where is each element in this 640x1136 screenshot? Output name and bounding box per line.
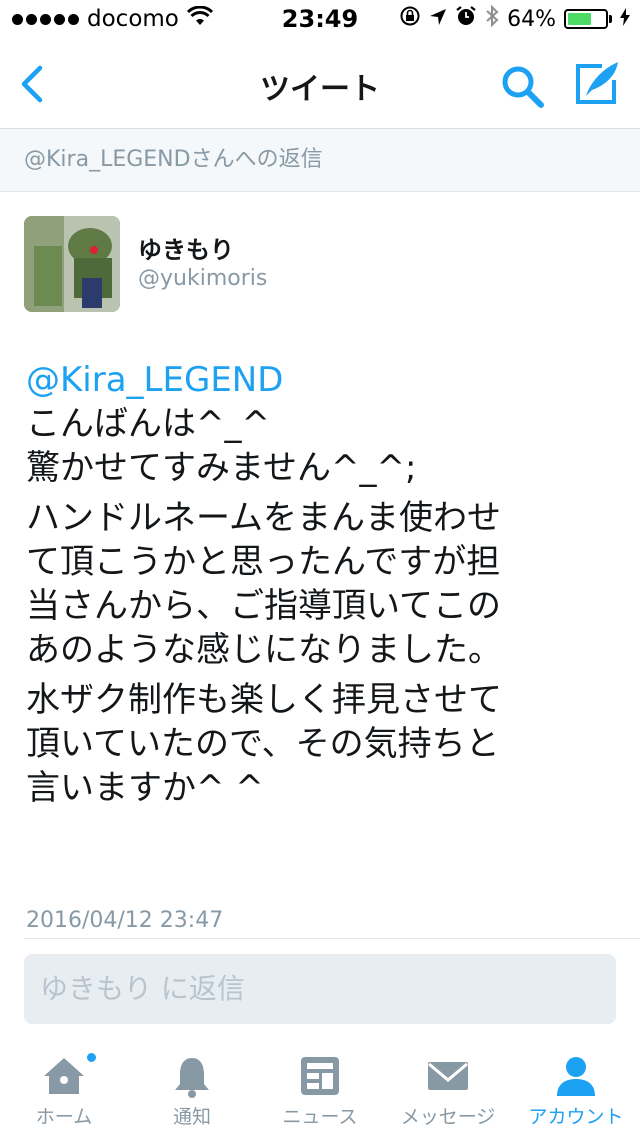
tweet-line: 当さんから、ご指導頂いてこの — [26, 586, 501, 626]
person-icon — [557, 1057, 595, 1096]
tweet-line: こんばんは^_^ — [26, 404, 270, 444]
tweet-line: 驚かせてすみません^_^; — [26, 448, 417, 488]
tweet-line: て頂こうかと思ったんですが担 — [26, 542, 501, 582]
status-bar: docomo 23:49 64% — [0, 0, 640, 40]
divider — [24, 938, 640, 939]
reply-input[interactable]: ゆきもり に返信 — [24, 954, 616, 1024]
tab-label: メッセージ — [400, 1106, 496, 1128]
tweet-line: 水ザク制作も楽しく拝見させて — [26, 680, 502, 720]
bluetooth-icon — [485, 4, 499, 33]
tab-account[interactable]: アカウント — [512, 1040, 640, 1136]
bell-icon — [175, 1058, 209, 1098]
tweet-text: @Kira_LEGEND こんばんは^_^ 驚かせてすみません^_^; ハンドル… — [26, 358, 616, 810]
battery-icon — [564, 9, 612, 29]
notification-badge-dot — [86, 1052, 97, 1063]
tweet-line: あのような感じになりました。 — [26, 630, 502, 670]
envelope-icon — [428, 1062, 468, 1090]
news-icon — [301, 1057, 339, 1095]
tab-news[interactable]: ニュース — [256, 1040, 384, 1136]
tweet-line: 言いますか^ ^ — [26, 768, 264, 808]
navigation-bar: ツイート — [0, 40, 640, 128]
tab-messages[interactable]: メッセージ — [384, 1040, 512, 1136]
status-right: 64% — [399, 4, 630, 33]
search-icon[interactable] — [498, 62, 546, 110]
orientation-lock-icon — [399, 5, 421, 33]
tab-home[interactable]: ホーム — [0, 1040, 128, 1136]
author-screen-name[interactable]: @yukimoris — [138, 266, 267, 291]
author-display-name[interactable]: ゆきもり — [138, 230, 234, 265]
alarm-icon — [455, 5, 477, 33]
location-arrow-icon — [429, 7, 447, 32]
tab-notifications[interactable]: 通知 — [128, 1040, 256, 1136]
tab-label: アカウント — [528, 1106, 624, 1128]
tab-bar: ホーム 通知 ニュース メッセージ アカウント — [0, 1040, 640, 1136]
compose-icon[interactable] — [572, 60, 622, 108]
tab-label: ニュース — [282, 1106, 358, 1128]
reply-context-banner[interactable]: @Kira_LEGENDさんへの返信 — [0, 128, 640, 192]
tweet-line: ハンドルネームをまんま使わせ — [26, 498, 501, 538]
tweet-timestamp[interactable]: 2016/04/12 23:47 — [26, 908, 223, 933]
avatar[interactable] — [24, 216, 120, 312]
mention-link[interactable]: @Kira_LEGEND — [26, 358, 616, 402]
tab-label: ホーム — [35, 1106, 93, 1128]
charging-bolt-icon — [620, 7, 630, 32]
home-icon — [44, 1058, 84, 1094]
tab-label: 通知 — [172, 1106, 211, 1128]
tweet-line: 頂いていたので、その気持ちと — [26, 724, 500, 764]
battery-percent: 64% — [507, 6, 556, 32]
